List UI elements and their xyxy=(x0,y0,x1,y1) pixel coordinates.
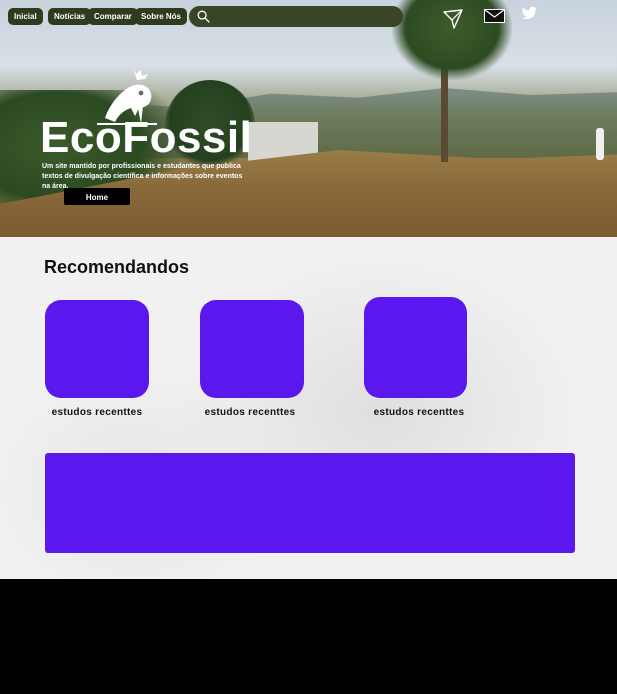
section-title: Recomendandos xyxy=(44,257,190,277)
featured-banner[interactable] xyxy=(45,453,575,553)
footer xyxy=(0,579,617,694)
nav-item-comparar[interactable]: Comparar xyxy=(88,8,138,25)
twitter-bird-icon[interactable] xyxy=(521,6,538,21)
paper-plane-icon[interactable] xyxy=(443,9,463,29)
card-label-3: estudos recenttes xyxy=(373,407,465,418)
nav-item-noticias[interactable]: Notícias xyxy=(48,8,92,25)
recommended-card-1[interactable] xyxy=(45,300,149,398)
envelope-icon[interactable] xyxy=(484,9,505,23)
recommended-section: Recomendandos estudos recenttes estudos … xyxy=(0,237,617,579)
nav-item-inicial[interactable]: Inicial xyxy=(8,8,43,25)
recommended-card-3[interactable] xyxy=(364,297,467,398)
home-button[interactable]: Home xyxy=(64,188,130,205)
search-bar[interactable] xyxy=(189,6,403,27)
card-label-1: estudos recenttes xyxy=(51,407,143,418)
site-title: EcoFossil xyxy=(40,113,253,162)
recommended-card-2[interactable] xyxy=(200,300,304,398)
hero-person xyxy=(596,128,604,160)
nav-item-sobre-nos[interactable]: Sobre Nós xyxy=(135,8,188,25)
search-input[interactable] xyxy=(215,8,399,27)
card-label-2: estudos recenttes xyxy=(204,407,296,418)
search-icon[interactable] xyxy=(197,10,210,23)
